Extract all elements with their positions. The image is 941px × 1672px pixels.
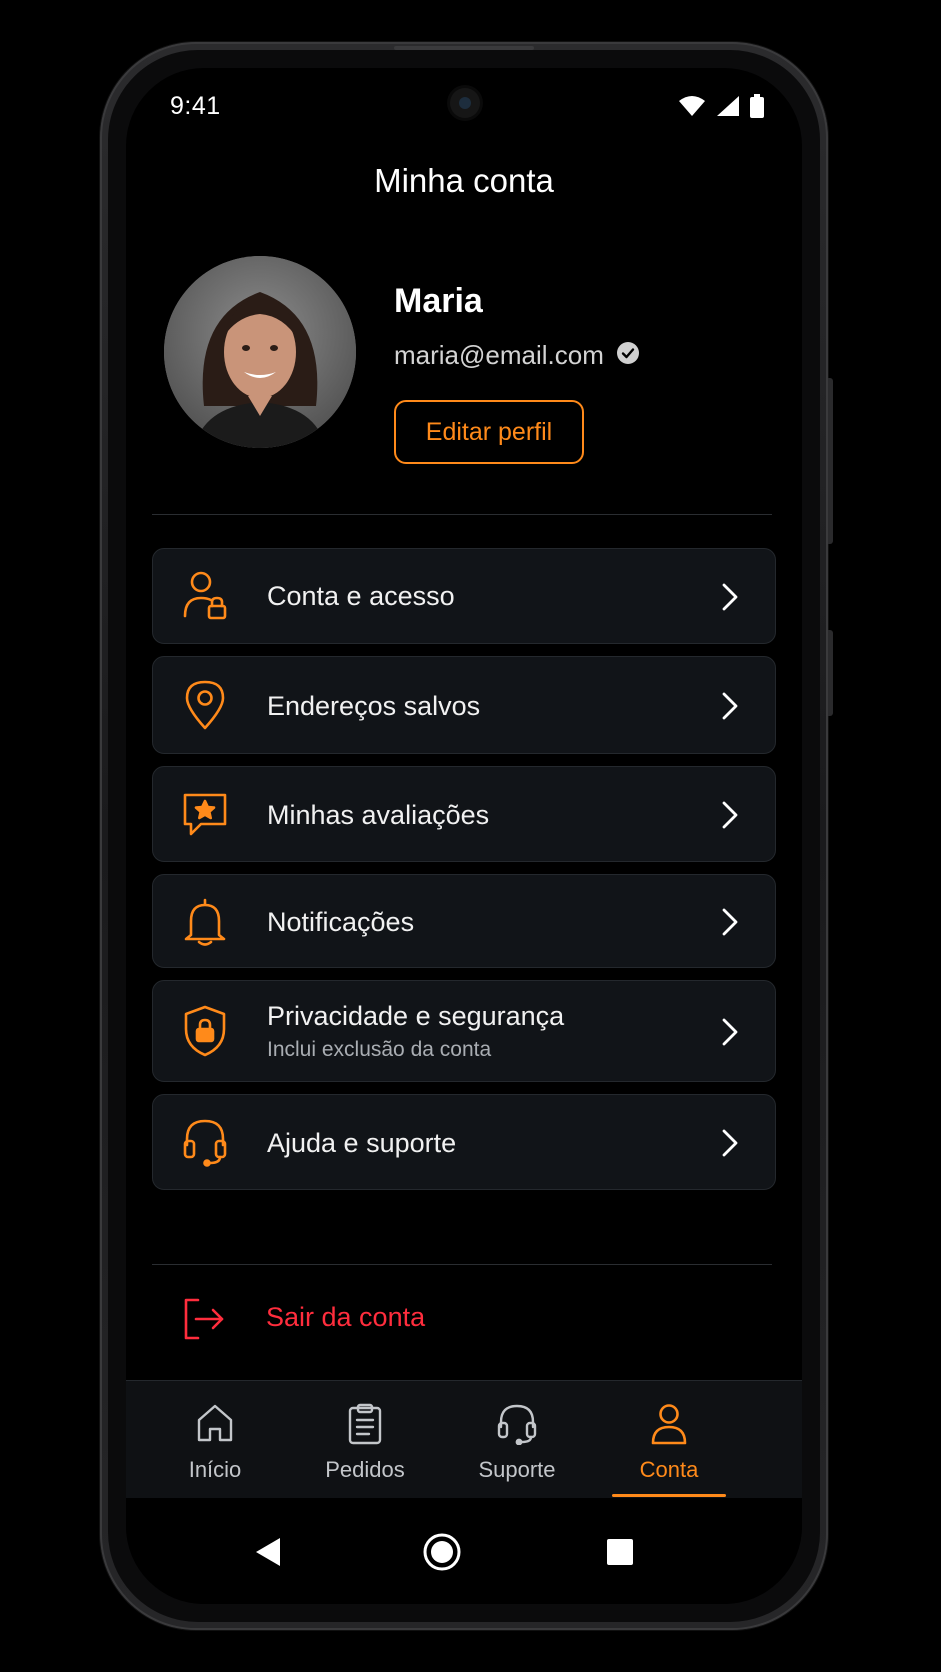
menu-item-conta-acesso[interactable]: Conta e acesso: [152, 548, 776, 644]
signal-icon: [716, 95, 740, 122]
menu-item-ajuda[interactable]: Ajuda e suporte: [152, 1094, 776, 1190]
divider: [152, 1264, 772, 1265]
menu-item-avaliacoes[interactable]: Minhas avaliações: [152, 766, 776, 862]
power-button: [828, 630, 833, 716]
back-icon[interactable]: [244, 1528, 292, 1576]
tab-label: Suporte: [478, 1457, 556, 1482]
check-circle-icon: [616, 341, 640, 370]
system-nav-bar: [126, 1498, 802, 1604]
volume-button: [828, 378, 833, 544]
battery-icon: [750, 94, 764, 123]
shield-lock-icon: [179, 1005, 231, 1057]
star-chat-icon: [179, 789, 231, 841]
profile-email: maria@email.com: [394, 340, 604, 370]
logout-button[interactable]: Sair da conta: [152, 1284, 776, 1354]
chevron-right-icon: [717, 1128, 741, 1158]
menu-item-notificacoes[interactable]: Notificações: [152, 874, 776, 968]
menu-item-label: Ajuda e suporte: [267, 1128, 457, 1158]
chevron-right-icon: [717, 582, 741, 612]
profile-name: Maria: [394, 282, 483, 320]
home-icon: [196, 1403, 234, 1448]
front-camera: [450, 88, 480, 118]
chevron-right-icon: [717, 800, 741, 830]
status-bar: 9:41: [126, 68, 802, 148]
menu-item-sublabel: Inclui exclusão da conta: [267, 1038, 492, 1061]
menu-item-label: Privacidade e segurança: [267, 1001, 565, 1031]
wifi-icon: [678, 95, 706, 122]
logout-label: Sair da conta: [266, 1302, 426, 1332]
menu-item-label: Endereços salvos: [267, 691, 481, 721]
recents-icon[interactable]: [596, 1528, 644, 1576]
user-lock-icon: [179, 570, 231, 622]
status-time: 9:41: [170, 92, 221, 120]
profile-email-row: maria@email.com: [394, 340, 640, 371]
chevron-right-icon: [717, 1017, 741, 1047]
tab-label: Pedidos: [325, 1457, 405, 1482]
bell-icon: [179, 896, 231, 948]
headset-icon: [179, 1116, 231, 1168]
tab-pedidos[interactable]: Pedidos: [290, 1381, 440, 1499]
tab-label: Início: [188, 1457, 242, 1482]
logout-icon: [178, 1293, 230, 1345]
app-screen: 9:41 Minha conta Maria maria@email.com E…: [126, 68, 802, 1604]
edit-profile-button[interactable]: Editar perfil: [394, 400, 584, 464]
menu-item-privacidade[interactable]: Privacidade e segurança Inclui exclusão …: [152, 980, 776, 1082]
divider: [152, 514, 772, 515]
tab-conta[interactable]: Conta: [594, 1381, 744, 1499]
status-icons: [678, 94, 764, 123]
map-pin-icon: [179, 679, 231, 731]
active-tab-indicator: [612, 1494, 726, 1497]
tab-inicio[interactable]: Início: [140, 1381, 290, 1499]
avatar[interactable]: [164, 256, 356, 448]
menu-item-label: Notificações: [267, 907, 415, 937]
tab-label: Conta: [639, 1457, 699, 1482]
tab-suporte[interactable]: Suporte: [442, 1381, 592, 1499]
headset-icon: [497, 1403, 537, 1450]
menu-item-label: Minhas avaliações: [267, 800, 490, 830]
clipboard-icon: [347, 1403, 383, 1450]
bottom-tab-bar: Início Pedidos Suporte Conta: [126, 1380, 802, 1498]
user-icon: [650, 1403, 688, 1450]
page-title: Minha conta: [374, 162, 554, 199]
menu-item-label: Conta e acesso: [267, 581, 455, 611]
chevron-right-icon: [717, 691, 741, 721]
chevron-right-icon: [717, 907, 741, 937]
menu-item-enderecos[interactable]: Endereços salvos: [152, 656, 776, 754]
home-circle-icon[interactable]: [418, 1528, 466, 1576]
